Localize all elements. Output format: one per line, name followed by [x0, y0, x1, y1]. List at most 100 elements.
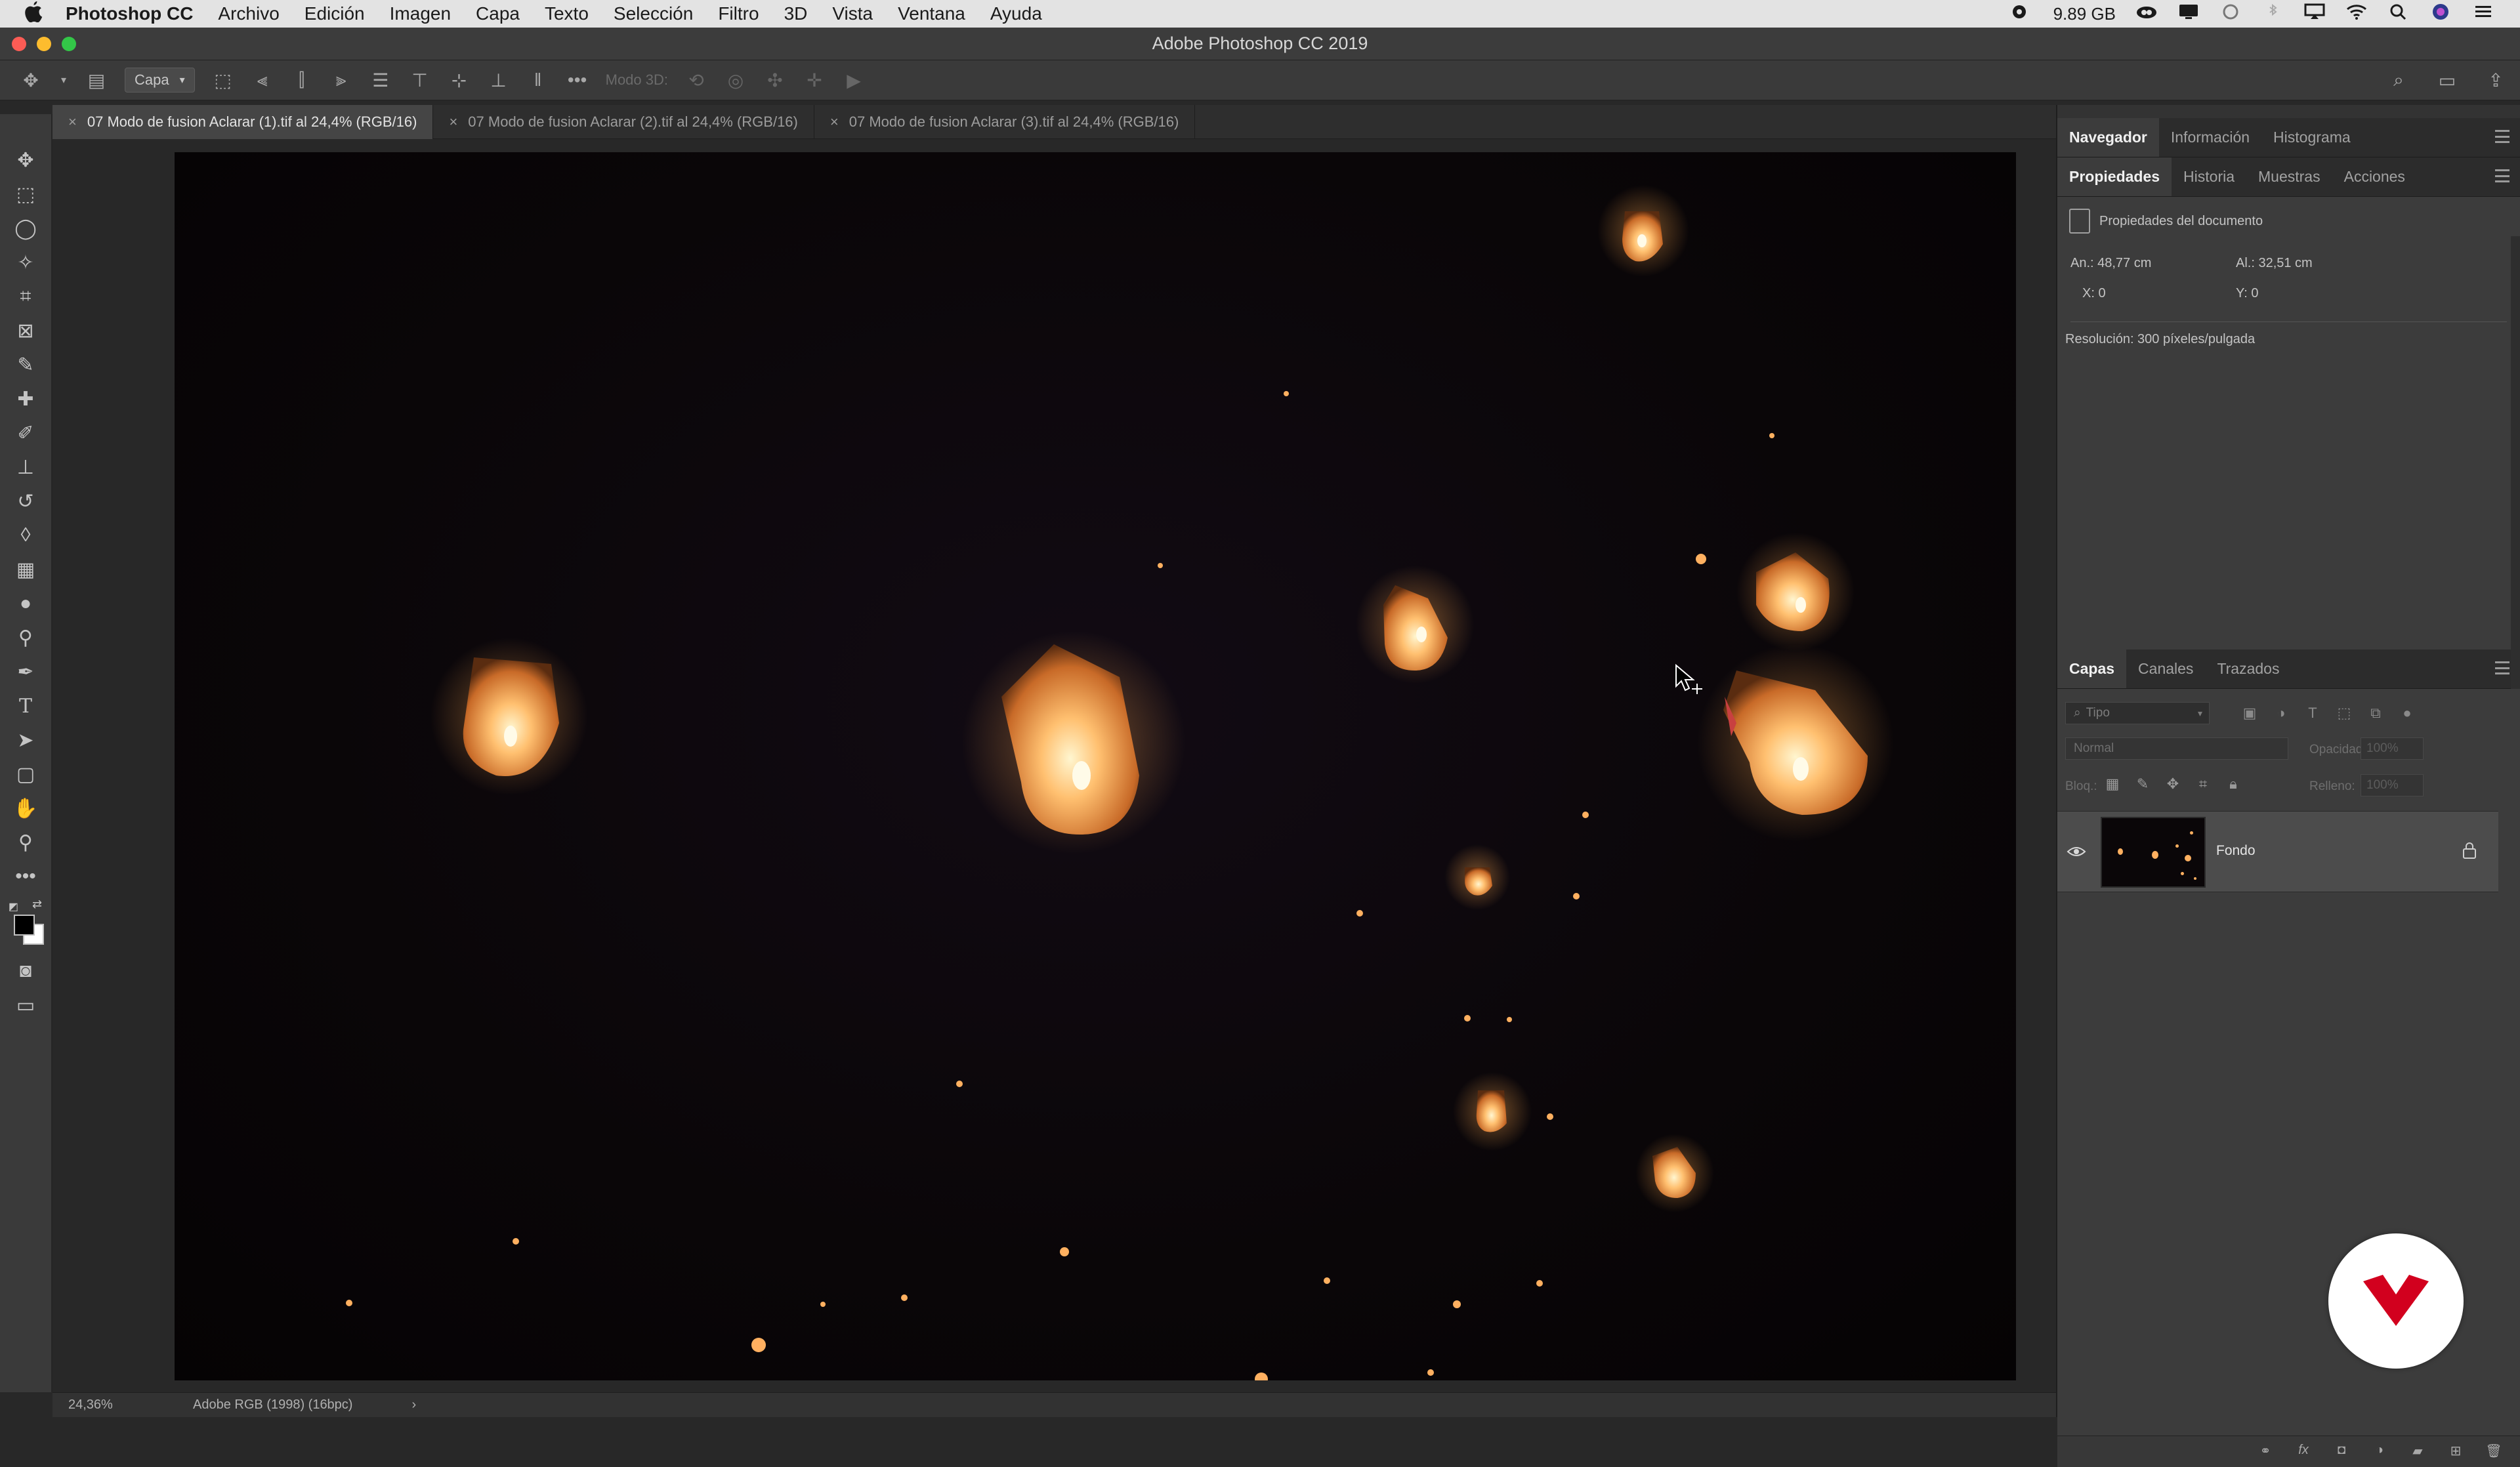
layer-style-fx-icon[interactable]: fx	[2294, 1443, 2313, 1461]
delete-layer-icon[interactable]: 🗑︎	[2485, 1443, 2503, 1461]
eyedropper-tool-icon[interactable]: ✎	[11, 352, 40, 378]
filter-type-icon[interactable]: T	[2304, 705, 2321, 722]
menu-texto[interactable]: Texto	[545, 3, 589, 24]
close-tab-icon[interactable]: ×	[449, 114, 457, 131]
magic-wand-tool-icon[interactable]: ✧	[11, 249, 40, 276]
color-swatches[interactable]: ◩ ⇄	[6, 898, 45, 950]
disk-icon[interactable]	[2011, 3, 2034, 25]
zoom-window-button[interactable]	[62, 37, 76, 51]
sync-icon[interactable]	[2219, 3, 2242, 25]
close-window-button[interactable]	[12, 37, 26, 51]
filter-toggle-icon[interactable]: ●	[2399, 705, 2416, 722]
align-middle-vertical-icon[interactable]: ⊹	[448, 69, 471, 91]
auto-select-icon[interactable]: ▤	[85, 69, 108, 91]
lock-image-icon[interactable]: ✎	[2133, 775, 2152, 794]
lock-transparent-icon[interactable]: ▦	[2103, 775, 2122, 794]
tab-propiedades[interactable]: Propiedades	[2057, 157, 2172, 196]
tab-navegador[interactable]: Navegador	[2057, 118, 2159, 157]
menu-ventana[interactable]: Ventana	[898, 3, 965, 24]
layer-name[interactable]: Fondo	[2216, 843, 2256, 859]
blend-mode-select[interactable]: Normal	[2065, 737, 2288, 760]
document-tab-2[interactable]: × 07 Modo de fusion Aclarar (2).tif al 2…	[433, 105, 814, 139]
align-center-horizontal-icon[interactable]: ⫿	[291, 69, 313, 91]
pen-tool-icon[interactable]: ✒	[11, 659, 40, 685]
align-bottom-icon[interactable]: ⊥	[488, 69, 510, 91]
tab-muestras[interactable]: Muestras	[2246, 157, 2332, 196]
move-tool-icon[interactable]: ✥	[20, 69, 42, 91]
minimize-window-button[interactable]	[37, 37, 51, 51]
eraser-tool-icon[interactable]: ◊	[11, 522, 40, 548]
layer-filter-select[interactable]: ⌕ Tipo ▾	[2065, 702, 2210, 724]
doc-width[interactable]: An.: 48,77 cm	[2070, 256, 2151, 271]
display-icon[interactable]	[2177, 3, 2200, 25]
workspace-icon[interactable]: ▭	[2436, 69, 2458, 91]
lock-position-icon[interactable]: ✥	[2164, 775, 2182, 794]
new-layer-icon[interactable]: ⊞	[2446, 1443, 2465, 1461]
doc-x[interactable]: X: 0	[2082, 286, 2106, 301]
document-tab-1[interactable]: × 07 Modo de fusion Aclarar (1).tif al 2…	[52, 105, 434, 139]
auto-select-target-select[interactable]: Capa ▾	[125, 68, 195, 93]
fill-input[interactable]: 100%	[2361, 774, 2424, 796]
new-group-icon[interactable]: ▰	[2408, 1443, 2427, 1461]
lasso-tool-icon[interactable]: ◯	[11, 215, 40, 241]
lock-all-icon[interactable]: 🔒︎	[2224, 775, 2242, 794]
app-name-menu[interactable]: Photoshop CC	[66, 3, 193, 24]
doc-y[interactable]: Y: 0	[2236, 286, 2258, 301]
link-layers-icon[interactable]: ⚭	[2256, 1443, 2275, 1461]
tab-informacion[interactable]: Información	[2159, 118, 2261, 157]
wifi-icon[interactable]	[2345, 3, 2368, 25]
swap-colors-icon[interactable]: ⇄	[32, 898, 42, 911]
panel-menu-icon[interactable]	[2495, 130, 2510, 143]
lock-artboard-icon[interactable]: ⌗	[2194, 775, 2212, 794]
menu-imagen[interactable]: Imagen	[390, 3, 451, 24]
layer-row[interactable]: Fondo	[2057, 811, 2498, 892]
hand-tool-icon[interactable]: ✋	[11, 795, 40, 821]
menu-3d[interactable]: 3D	[784, 3, 808, 24]
spotlight-search-icon[interactable]	[2387, 3, 2410, 25]
brush-tool-icon[interactable]: ✐	[11, 420, 40, 446]
menu-vista[interactable]: Vista	[832, 3, 873, 24]
panel-menu-icon[interactable]	[2495, 169, 2510, 182]
menu-seleccion[interactable]: Selección	[614, 3, 693, 24]
tab-canales[interactable]: Canales	[2126, 650, 2205, 688]
add-mask-icon[interactable]: ◘	[2332, 1443, 2351, 1461]
apple-menu-icon[interactable]	[0, 0, 66, 28]
airplay-icon[interactable]	[2303, 3, 2326, 25]
shape-tool-icon[interactable]: ▢	[11, 761, 40, 787]
tab-capas[interactable]: Capas	[2057, 650, 2127, 688]
panel-menu-icon[interactable]	[2495, 661, 2510, 674]
path-selection-tool-icon[interactable]: ➤	[11, 727, 40, 753]
filter-pixel-icon[interactable]: ▣	[2241, 705, 2258, 722]
edit-toolbar-icon[interactable]: •••	[11, 863, 40, 890]
tab-historia[interactable]: Historia	[2172, 157, 2246, 196]
opacity-input[interactable]: 100%	[2361, 737, 2424, 760]
distribute-vertical-icon[interactable]: ‖	[527, 69, 549, 91]
tab-acciones[interactable]: Acciones	[2332, 157, 2417, 196]
transform-controls-icon[interactable]: ⬚	[212, 69, 234, 91]
search-icon[interactable]: ⌕	[2387, 69, 2410, 91]
properties-scrollbar[interactable]	[2511, 236, 2520, 689]
blur-tool-icon[interactable]: ●	[11, 590, 40, 617]
tool-preset-chevron-icon[interactable]: ▾	[59, 69, 68, 91]
gradient-tool-icon[interactable]: ▦	[11, 556, 40, 583]
doc-height[interactable]: Al.: 32,51 cm	[2236, 256, 2313, 271]
align-top-icon[interactable]: ⊤	[409, 69, 431, 91]
close-tab-icon[interactable]: ×	[68, 114, 77, 131]
type-tool-icon[interactable]: T	[11, 693, 40, 719]
marquee-tool-icon[interactable]: ⬚	[11, 181, 40, 207]
filter-shape-icon[interactable]: ⬚	[2336, 705, 2353, 722]
siri-icon[interactable]	[2429, 3, 2452, 25]
menu-capa[interactable]: Capa	[476, 3, 520, 24]
roll-3d-icon[interactable]: ◎	[724, 69, 747, 91]
slide-3d-icon[interactable]: ✛	[803, 69, 826, 91]
tab-trazados[interactable]: Trazados	[2205, 650, 2291, 688]
new-adjustment-layer-icon[interactable]: ◑	[2370, 1443, 2389, 1461]
zoom-tool-icon[interactable]: ⚲	[11, 829, 40, 856]
notification-center-icon[interactable]	[2471, 3, 2494, 25]
zoom-level[interactable]: 24,36%	[52, 1397, 131, 1413]
storage-status[interactable]: 9.89 GB	[2053, 4, 2116, 24]
document-canvas[interactable]	[175, 152, 2016, 1380]
share-icon[interactable]: ⇪	[2485, 69, 2507, 91]
orbit-3d-icon[interactable]: ⟲	[685, 69, 707, 91]
chevron-right-icon[interactable]: ›	[411, 1397, 416, 1413]
